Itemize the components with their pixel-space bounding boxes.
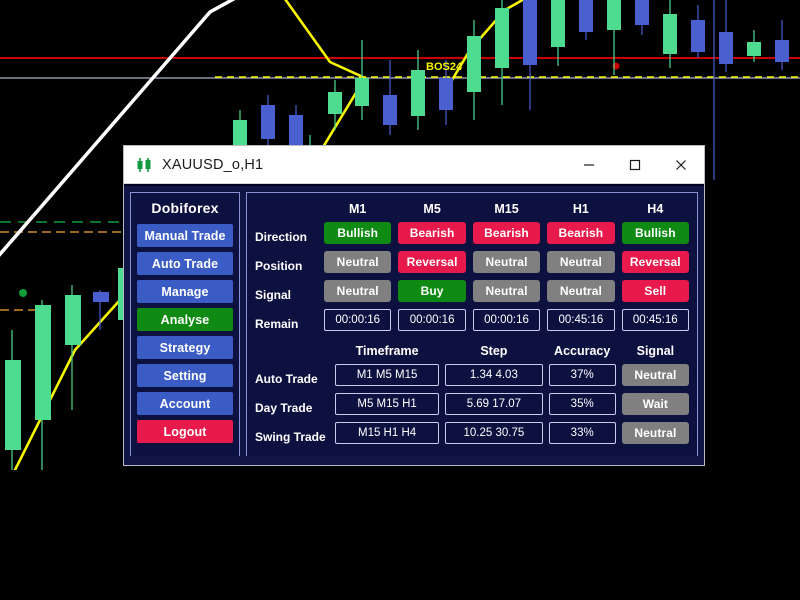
strategy-matrix: Timeframe Step Accuracy Signal Auto Trad…: [255, 342, 689, 451]
position-m1[interactable]: Neutral: [324, 251, 392, 273]
sidebar-item-analyse[interactable]: Analyse: [137, 308, 233, 331]
sidebar-item-strategy[interactable]: Strategy: [137, 336, 233, 359]
swing-trade-step: 10.25 30.75: [445, 422, 543, 444]
remain-m5: 00:00:16: [398, 309, 466, 331]
position-m5[interactable]: Reversal: [398, 251, 466, 273]
column-header-h1: H1: [572, 202, 589, 216]
signal-m1[interactable]: Neutral: [324, 280, 392, 302]
auto-trade-signal[interactable]: Neutral: [621, 364, 689, 386]
strategy-corner-spacer: [255, 342, 329, 364]
row-label-remain: Remain: [255, 316, 299, 331]
minimize-button[interactable]: [566, 146, 612, 184]
column-header-timeframe: Timeframe: [355, 344, 419, 358]
close-button[interactable]: [658, 146, 704, 184]
signal-m15[interactable]: Neutral: [472, 280, 541, 302]
signal-dot-green-2: [19, 289, 27, 297]
auto-trade-step: 1.34 4.03: [445, 364, 543, 386]
analysis-content: M1 M5 M15 H1 H4 Direction Bullish Bearis…: [246, 192, 698, 457]
row-label-direction: Direction: [255, 229, 308, 244]
column-header-accuracy: Accuracy: [554, 344, 611, 358]
position-h1[interactable]: Neutral: [547, 251, 615, 273]
sidebar-item-account[interactable]: Account: [137, 392, 233, 415]
position-h4[interactable]: Reversal: [621, 251, 689, 273]
matrix-corner-spacer: [255, 200, 317, 222]
sidebar-item-logout[interactable]: Logout: [137, 420, 233, 443]
day-trade-timeframe: M5 M15 H1: [335, 393, 440, 415]
dobiforex-window: XAUUSD_o,H1 Dobiforex Manual Trade Auto …: [124, 146, 704, 465]
row-label-signal: Signal: [255, 287, 292, 302]
brand-title: Dobiforex: [151, 200, 219, 216]
panel-body: Dobiforex Manual Trade Auto Trade Manage…: [124, 184, 704, 465]
remain-m1: 00:00:16: [324, 309, 392, 331]
direction-m1[interactable]: Bullish: [324, 222, 392, 244]
day-trade-accuracy: 35%: [548, 393, 616, 415]
column-header-signal: Signal: [636, 344, 675, 358]
bos-annotation-label: BOS24: [426, 61, 463, 73]
auto-trade-timeframe: M1 M5 M15: [335, 364, 440, 386]
direction-m5[interactable]: Bearish: [398, 222, 466, 244]
remain-h1: 00:45:16: [547, 309, 615, 331]
remain-m15: 00:00:16: [472, 309, 541, 331]
day-trade-signal[interactable]: Wait: [621, 393, 689, 415]
column-header-step: Step: [480, 344, 508, 358]
candlestick-icon: [134, 155, 154, 175]
swing-trade-accuracy: 33%: [548, 422, 616, 444]
signal-h4[interactable]: Sell: [621, 280, 689, 302]
row-label-swing-trade: Swing Trade: [255, 429, 326, 444]
sidebar-item-manage[interactable]: Manage: [137, 280, 233, 303]
sidebar-item-setting[interactable]: Setting: [137, 364, 233, 387]
auto-trade-accuracy: 37%: [548, 364, 616, 386]
signal-h1[interactable]: Neutral: [547, 280, 615, 302]
position-m15[interactable]: Neutral: [472, 251, 541, 273]
sidebar-item-auto-trade[interactable]: Auto Trade: [137, 252, 233, 275]
row-label-day-trade: Day Trade: [255, 400, 313, 415]
column-header-h4: H4: [647, 202, 664, 216]
signal-m5[interactable]: Buy: [398, 280, 466, 302]
column-header-m15: M15: [494, 202, 519, 216]
row-label-position: Position: [255, 258, 303, 273]
column-header-m1: M1: [349, 202, 367, 216]
window-title: XAUUSD_o,H1: [162, 156, 264, 173]
maximize-button[interactable]: [612, 146, 658, 184]
day-trade-step: 5.69 17.07: [445, 393, 543, 415]
screen-root: BOS24 XAUUSD_o,H1 Dobiforex Manual Trade…: [0, 0, 800, 600]
window-title-bar[interactable]: XAUUSD_o,H1: [124, 146, 704, 184]
sidebar: Dobiforex Manual Trade Auto Trade Manage…: [130, 192, 240, 457]
column-header-m5: M5: [423, 202, 441, 216]
direction-h1[interactable]: Bearish: [547, 222, 615, 244]
direction-m15[interactable]: Bearish: [472, 222, 541, 244]
sidebar-item-manual-trade[interactable]: Manual Trade: [137, 224, 233, 247]
direction-h4[interactable]: Bullish: [621, 222, 689, 244]
remain-h4: 00:45:16: [621, 309, 689, 331]
row-label-auto-trade: Auto Trade: [255, 371, 318, 386]
swing-trade-timeframe: M15 H1 H4: [335, 422, 440, 444]
swing-trade-signal[interactable]: Neutral: [621, 422, 689, 444]
timeframe-matrix: M1 M5 M15 H1 H4 Direction Bullish Bearis…: [255, 200, 689, 338]
